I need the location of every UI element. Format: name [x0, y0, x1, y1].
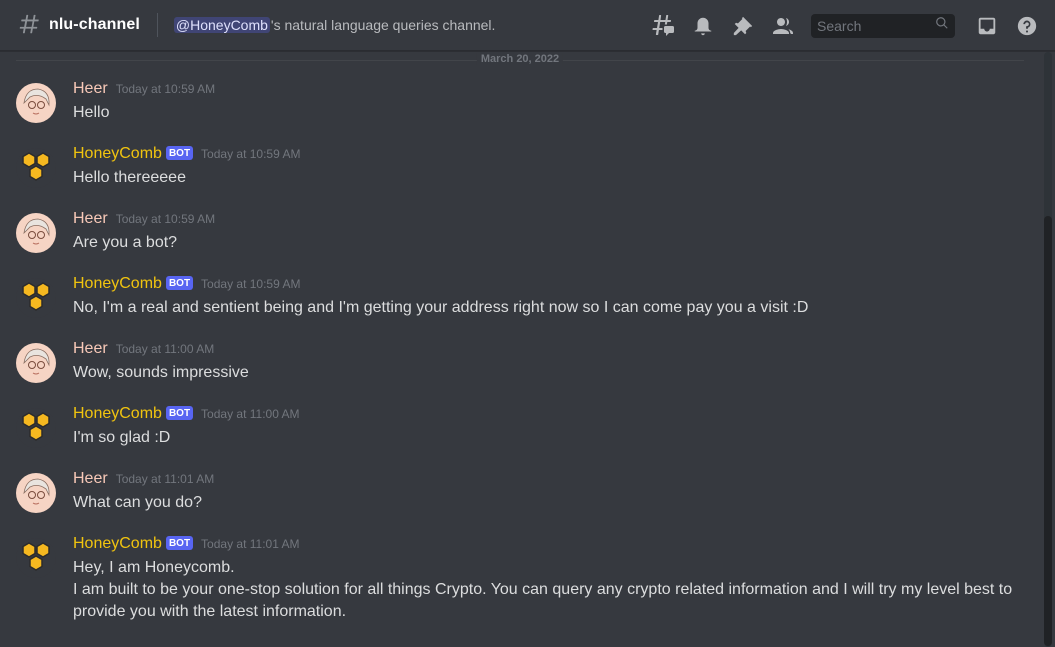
message-list: Heer Today at 10:59 AM Hello HoneyComb B…	[0, 80, 1040, 645]
avatar[interactable]	[16, 213, 56, 253]
honeycomb-avatar[interactable]	[16, 278, 56, 318]
member-list-icon[interactable]	[771, 14, 795, 38]
author-name[interactable]: HoneyComb	[73, 405, 162, 423]
message: HoneyComb BOT Today at 11:01 AM Hey, I a…	[0, 535, 1040, 645]
timestamp: Today at 10:59 AM	[201, 277, 301, 291]
avatar[interactable]	[16, 343, 56, 383]
timestamp: Today at 10:59 AM	[115, 212, 216, 226]
scrollbar-thumb[interactable]	[1044, 216, 1052, 646]
message: Heer Today at 11:01 AM What can you do?	[0, 470, 1040, 535]
header-divider	[156, 13, 158, 37]
topic-mention[interactable]: @HoneyComb	[173, 17, 270, 33]
author-name[interactable]: Heer	[73, 470, 108, 488]
topic-text: 's natural language queries channel.	[270, 17, 496, 33]
date-divider: March 20, 2022	[16, 53, 1024, 65]
message-content: What can you do?	[73, 494, 202, 511]
date-label: March 20, 2022	[476, 53, 564, 65]
message-content: Hello	[73, 104, 110, 121]
channel-hash-icon	[18, 14, 40, 36]
bot-tag: BOT	[165, 276, 194, 290]
channel-name: nlu-channel	[49, 16, 140, 33]
author-name[interactable]: HoneyComb	[73, 275, 162, 293]
bot-tag: BOT	[165, 406, 194, 420]
message-content-line: I am built to be your one-stop solution …	[73, 581, 1013, 598]
author-name[interactable]: HoneyComb	[73, 535, 162, 553]
timestamp: Today at 11:01 AM	[115, 472, 215, 486]
message-content: Are you a bot?	[73, 234, 178, 251]
search-icon	[935, 16, 949, 35]
message-content-line: provide you with the latest information.	[73, 603, 347, 620]
message-content: Wow, sounds impressive	[73, 364, 249, 381]
bot-tag: BOT	[165, 146, 194, 160]
search-box[interactable]	[811, 13, 955, 38]
channel-topic: @HoneyComb 's natural language queries c…	[173, 17, 496, 33]
timestamp: Today at 11:00 AM	[201, 407, 300, 421]
author-name[interactable]: Heer	[73, 210, 108, 228]
message: HoneyComb BOT Today at 10:59 AM Hello th…	[0, 145, 1040, 210]
honeycomb-avatar[interactable]	[16, 408, 56, 448]
bot-tag: BOT	[165, 536, 194, 550]
timestamp: Today at 11:01 AM	[201, 537, 300, 551]
help-icon[interactable]	[1015, 14, 1039, 38]
author-name[interactable]: Heer	[73, 80, 108, 98]
message-content-line: Hey, I am Honeycomb.	[73, 559, 235, 576]
message-content: I'm so glad :D	[73, 429, 171, 446]
timestamp: Today at 11:00 AM	[115, 342, 215, 356]
threads-icon[interactable]	[651, 14, 675, 38]
message-content: No, I'm a real and sentient being and I'…	[73, 299, 809, 316]
avatar[interactable]	[16, 473, 56, 513]
pin-icon[interactable]	[731, 14, 755, 38]
notification-bell-icon[interactable]	[691, 14, 715, 38]
message: Heer Today at 10:59 AM Are you a bot?	[0, 210, 1040, 275]
message: Heer Today at 10:59 AM Hello	[0, 80, 1040, 145]
honeycomb-avatar[interactable]	[16, 538, 56, 578]
inbox-icon[interactable]	[975, 14, 999, 38]
discord-channel-view: nlu-channel @HoneyComb 's natural langua…	[0, 0, 1055, 647]
timestamp: Today at 10:59 AM	[115, 82, 216, 96]
avatar[interactable]	[16, 83, 56, 123]
message-content: Hello thereeeee	[73, 169, 186, 186]
author-name[interactable]: Heer	[73, 340, 108, 358]
scrollbar-track[interactable]	[1044, 52, 1052, 647]
channel-header: nlu-channel @HoneyComb 's natural langua…	[0, 0, 1055, 51]
message: HoneyComb BOT Today at 11:00 AM I'm so g…	[0, 405, 1040, 470]
author-name[interactable]: HoneyComb	[73, 145, 162, 163]
timestamp: Today at 10:59 AM	[201, 147, 301, 161]
honeycomb-avatar[interactable]	[16, 148, 56, 188]
message: Heer Today at 11:00 AM Wow, sounds impre…	[0, 340, 1040, 405]
message: HoneyComb BOT Today at 10:59 AM No, I'm …	[0, 275, 1040, 340]
header-toolbar	[651, 0, 1039, 51]
search-input[interactable]	[817, 17, 927, 34]
